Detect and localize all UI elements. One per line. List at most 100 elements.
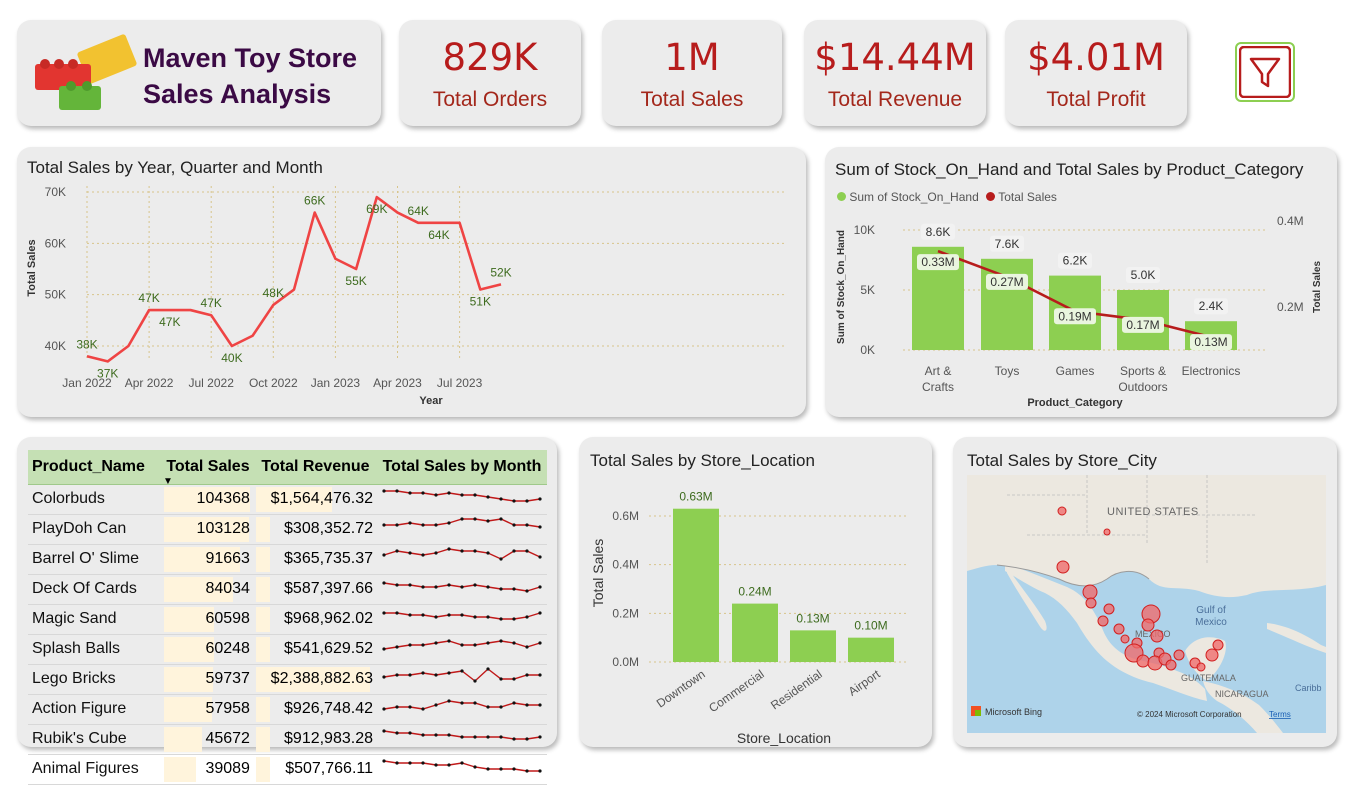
cell-total-sales: 45672: [162, 724, 254, 754]
sparkline-point: [382, 610, 386, 615]
cell-total-sales-value: 39089: [205, 760, 250, 777]
data-label: 38K: [76, 337, 97, 351]
sparkline-point: [499, 676, 503, 681]
category-label: Airport: [846, 667, 884, 699]
cell-total-revenue-value: $507,766.11: [285, 760, 373, 777]
store-city-map[interactable]: UNITED STATESGulf ofMexicoMEXICOGUATEMAL…: [967, 475, 1326, 733]
table-row[interactable]: Animal Figures 39089 $507,766.11: [28, 754, 547, 784]
category-label: Toys: [995, 364, 1020, 378]
sparkline-point: [525, 644, 529, 649]
location-bar: [732, 603, 778, 662]
revenue-data-bar: [255, 696, 270, 722]
city-bubble: [1097, 615, 1109, 627]
sparkline-point: [408, 520, 412, 525]
sparkline-point: [473, 734, 477, 739]
sparkline-point: [382, 758, 386, 763]
column-header-product-name[interactable]: Product_Name: [28, 450, 162, 484]
data-label: 47K: [138, 291, 159, 305]
cell-total-revenue: $2,388,882.63: [254, 664, 377, 694]
sparkline-point: [421, 642, 425, 647]
sparkline-point: [395, 488, 399, 493]
cell-total-revenue-value: $926,748.42: [284, 700, 373, 717]
y-tick-label: 50K: [45, 288, 66, 302]
stock-data-label: 2.4K: [1199, 299, 1224, 313]
data-label: 47K: [201, 296, 222, 310]
location-chart-card: Total Sales by Store_Location 0.0M 0.2M 0.…: [579, 437, 932, 747]
sparkline-point: [447, 638, 451, 643]
header-title-card: Maven Toy Store Sales Analysis: [17, 20, 381, 126]
sparkline-point: [512, 766, 516, 771]
sparkline-point: [460, 492, 464, 497]
column-header-total-sales[interactable]: Total Sales ▼: [162, 450, 254, 487]
data-label: 66K: [304, 194, 325, 208]
table-row[interactable]: Deck Of Cards 84034 $587,397.66: [28, 574, 547, 604]
data-label: 69K: [366, 202, 387, 216]
category-label: Crafts: [922, 380, 954, 394]
table-row[interactable]: Action Figure 57958 $926,748.42: [28, 694, 547, 724]
revenue-data-bar: [255, 636, 270, 662]
cell-total-revenue-value: $2,388,882.63: [270, 670, 373, 687]
kpi-total-sales: 1M Total Sales: [602, 20, 782, 126]
city-bubble: [1056, 560, 1070, 574]
sparkline-point: [525, 522, 529, 527]
sparkline-point: [408, 730, 412, 735]
sparkline-point: [395, 704, 399, 709]
sparkline-point: [382, 522, 386, 527]
sparkline-point: [395, 522, 399, 527]
column-header-total-revenue[interactable]: Total Revenue: [254, 450, 377, 484]
sparkline-point: [434, 702, 438, 707]
sparkline-point: [486, 666, 490, 671]
sparkline-point: [408, 672, 412, 677]
sparkline-point: [525, 588, 529, 593]
sparkline-point: [434, 732, 438, 737]
data-label: 64K: [408, 204, 429, 218]
sparkline-point: [395, 644, 399, 649]
sparkline-point: [525, 768, 529, 773]
data-label: 47K: [159, 315, 180, 329]
title-line-2: Sales Analysis: [143, 79, 332, 109]
filter-button[interactable]: [1235, 42, 1295, 102]
sparkline-point: [434, 672, 438, 677]
sparkline-point: [486, 518, 490, 523]
sparkline: [382, 758, 542, 773]
table-row[interactable]: Magic Sand 60598 $968,962.02: [28, 604, 547, 634]
sparkline-point: [499, 704, 503, 709]
sparkline-point: [460, 700, 464, 705]
sparkline-point: [408, 582, 412, 587]
kpi-value: $4.01M: [1027, 36, 1165, 79]
sparkline-point: [525, 702, 529, 707]
sparkline-point: [460, 612, 464, 617]
kpi-label: Total Revenue: [827, 88, 963, 111]
sparkline-point: [486, 584, 490, 589]
city-bubble: [1085, 597, 1097, 609]
table-row[interactable]: Lego Bricks 59737 $2,388,882.63: [28, 664, 547, 694]
sparkline-point: [408, 704, 412, 709]
sparkline-point: [421, 670, 425, 675]
sales-data-label: 0.17M: [1126, 318, 1159, 332]
cell-total-revenue-value: $912,983.28: [284, 730, 373, 747]
cell-total-sales-value: 103128: [196, 520, 250, 537]
y-tick-label: 60K: [45, 236, 66, 250]
sparkline-point: [473, 492, 477, 497]
sparkline-point: [538, 734, 542, 739]
table-row[interactable]: Splash Balls 60248 $541,629.52: [28, 634, 547, 664]
city-bubble: [1205, 648, 1219, 662]
sparkline-point: [486, 704, 490, 709]
map-terms-link: Terms: [1269, 710, 1291, 719]
bar-data-label: 0.10M: [854, 619, 887, 633]
table-row[interactable]: PlayDoh Can 103128 $308,352.72: [28, 514, 547, 544]
sales-data-label: 0.33M: [921, 255, 954, 269]
table-row[interactable]: Colorbuds 104368 $1,564,476.32: [28, 484, 547, 514]
location-bar: [848, 637, 894, 662]
sparkline-point: [434, 522, 438, 527]
y-tick-label: 0.2M: [612, 606, 639, 620]
table-row[interactable]: Barrel O' Slime 91663 $365,735.37: [28, 544, 547, 574]
table-row[interactable]: Rubik's Cube 45672 $912,983.28: [28, 724, 547, 754]
sparkline-point: [395, 672, 399, 677]
sparkline-point: [421, 490, 425, 495]
map-label-united-states: UNITED STATES: [1107, 506, 1199, 518]
kpi-total-orders: 829K Total Orders: [399, 20, 581, 126]
x-tick-label: Jul 2023: [437, 376, 483, 390]
column-header-sales-by-month[interactable]: Total Sales by Month: [377, 450, 547, 484]
cell-total-sales-value: 84034: [205, 580, 250, 597]
